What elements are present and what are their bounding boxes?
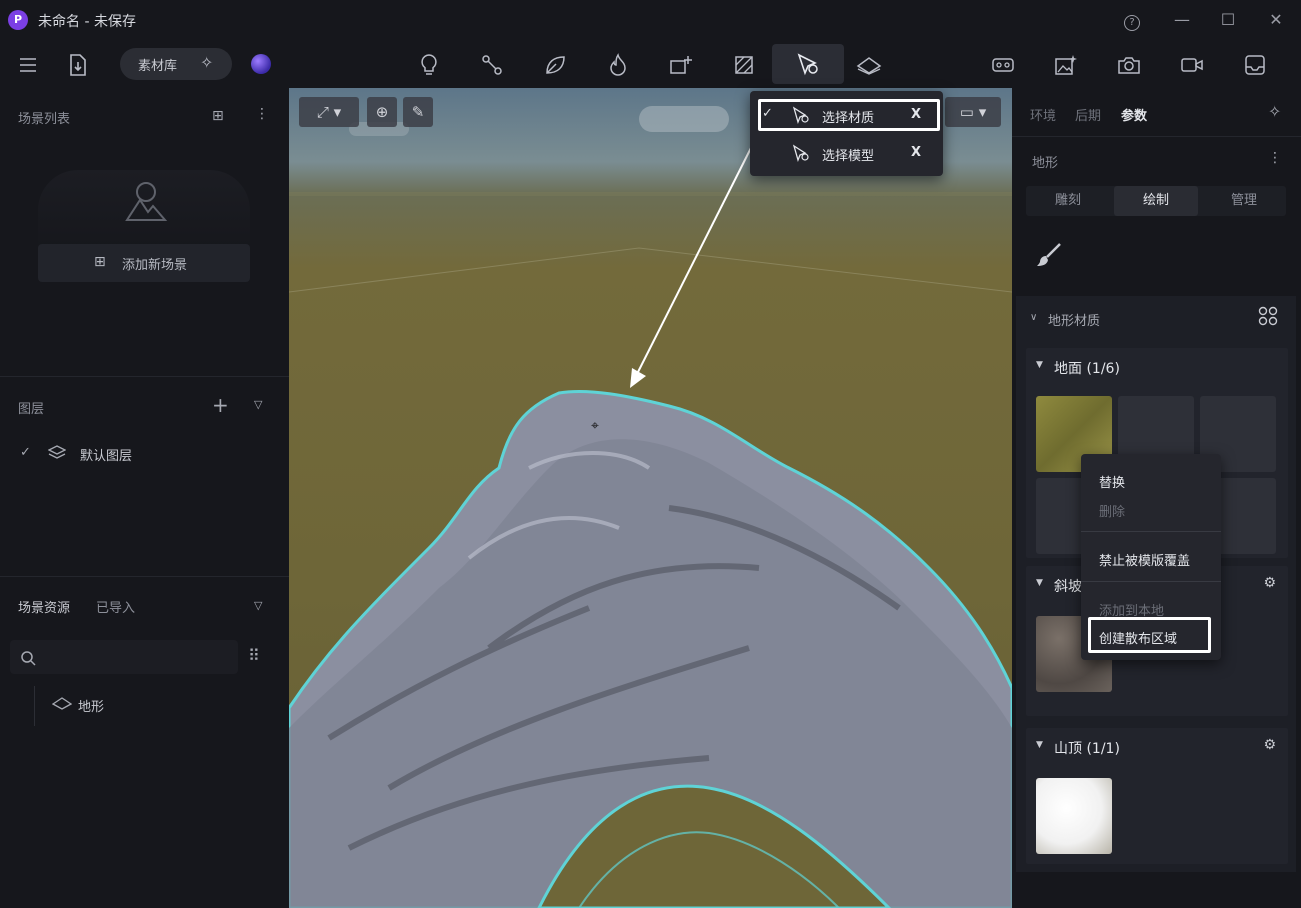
add-layer-icon[interactable]: + [212,393,229,417]
material-picker-cursor-icon: ⌖ [591,418,599,434]
terrain-asset-icon [51,695,73,715]
select-model-item[interactable]: 选择模型 [822,145,874,164]
globe-icon[interactable]: ⊕ [367,97,397,127]
path-icon[interactable] [474,48,510,82]
fire-icon[interactable] [600,48,636,82]
peak-group: ▼ 山顶 (1/1) ⚙ [1026,728,1288,864]
search-input[interactable] [10,640,238,674]
ai-image-icon[interactable] [1048,48,1084,82]
divider [0,376,289,377]
menu-divider [1081,531,1221,532]
title-bar: P 未命名 - 未保存 ? — ☐ ✕ [0,0,1301,40]
inbox-icon[interactable] [1237,48,1273,82]
import-file-icon[interactable] [60,48,96,82]
assets-imported-tab[interactable]: 已导入 [96,597,135,616]
sparkle-icon[interactable]: ✧ [200,53,213,72]
layer-stack-icon [47,444,67,464]
more-options-icon[interactable]: ⋮ [1268,150,1282,166]
vr-headset-icon[interactable] [985,48,1021,82]
maximize-icon[interactable]: ☐ [1214,8,1242,32]
close-icon[interactable]: ✕ [1262,8,1290,32]
segment-paint[interactable]: 绘制 [1114,186,1198,216]
sparkle-icon[interactable]: ✧ [1268,102,1281,121]
segment-sculpt[interactable]: 雕刻 [1026,186,1110,216]
library-button[interactable]: 素材库 ✧ [120,48,232,80]
delete-menu-item[interactable]: 删除 [1099,501,1125,520]
add-scene-small-icon[interactable]: ⊞ [212,108,224,124]
minimize-icon[interactable]: — [1168,8,1196,32]
terrain-section-title: 地形 [1032,156,1059,171]
eyedropper-icon[interactable]: ✎ [403,97,433,127]
display-mode-button[interactable]: ▭ ▾ [945,97,1001,127]
app-logo-icon: P [8,10,28,30]
video-icon[interactable] [1174,48,1210,82]
peak-group-title: 山顶 (1/1) [1054,741,1120,757]
more-options-icon[interactable]: ⋮ [255,106,269,122]
tab-environment[interactable]: 环境 [1030,105,1056,124]
left-panel: 场景列表 ⊞ ⋮ ⊞ 添加新场景 图层 + ▽ ✓ 默认图层 场景资源 已导入 … [0,88,289,908]
help-icon[interactable]: ? [1118,8,1146,32]
terrain-icon[interactable] [851,48,887,82]
assets-title[interactable]: 场景资源 [18,597,70,616]
leaf-icon[interactable] [537,48,573,82]
tab-parameters[interactable]: 参数 [1121,105,1147,124]
segment-manage[interactable]: 管理 [1202,186,1286,216]
scene-placeholder-icon [124,180,168,226]
brush-icon[interactable] [1036,242,1062,272]
add-scene-icon: ⊞ [94,254,106,270]
main-toolbar: 素材库 ✧ [0,40,1301,88]
default-layer-item[interactable]: 默认图层 [80,445,132,464]
light-bulb-icon[interactable] [411,48,447,82]
divider [1012,136,1301,137]
tab-post[interactable]: 后期 [1075,105,1101,124]
select-model-icon [792,144,810,166]
peak-material-thumb[interactable] [1036,778,1112,854]
highlight-box [758,99,940,131]
terrain-material-title: 地形材质 [1048,314,1101,329]
layer-check-icon[interactable]: ✓ [20,445,31,460]
replace-menu-item[interactable]: 替换 [1099,472,1125,491]
ai-orb-icon[interactable] [251,54,271,74]
adjust-settings-icon[interactable]: ⚙ [1263,575,1276,591]
tree-line [34,686,35,726]
layers-title: 图层 [18,402,45,417]
collapse-arrow-icon[interactable]: ▼ [1036,740,1043,750]
terrain-mode-segmented: 雕刻 绘制 管理 [1026,186,1286,216]
divider [0,576,289,577]
highlight-box [1088,617,1211,653]
library-label: 素材库 [138,59,178,74]
slope-group-title: 斜坡 [1054,579,1082,595]
select-material-tool-button[interactable] [772,44,844,84]
grid-view-icon[interactable]: ⠿ [248,646,260,665]
camera-icon[interactable] [1111,48,1147,82]
adjust-settings-icon[interactable]: ⚙ [1263,737,1276,753]
add-object-icon[interactable] [663,48,699,82]
collapse-arrow-icon[interactable]: ▼ [1036,578,1043,588]
add-scene-label: 添加新场景 [122,258,188,273]
select-model-shortcut: X [911,145,922,160]
chevron-down-icon[interactable]: ∨ [1030,312,1037,323]
window-title: 未命名 - 未保存 [38,14,136,30]
menu-icon[interactable] [10,48,46,82]
collapse-assets-icon[interactable]: ▽ [254,599,262,612]
menu-divider [1081,581,1221,582]
terrain-asset-item[interactable]: 地形 [78,696,104,715]
add-scene-button[interactable]: ⊞ 添加新场景 [38,244,250,282]
search-icon [21,651,36,666]
texture-icon[interactable] [726,48,762,82]
transform-gizmo-button[interactable]: ⤢ ▾ [299,97,359,127]
scene-list-title: 场景列表 [18,112,71,127]
ground-group-title: 地面 (1/6) [1054,361,1120,377]
prevent-template-override-item[interactable]: 禁止被模版覆盖 [1099,550,1190,569]
grid-layout-icon[interactable] [1258,306,1278,330]
collapse-layers-icon[interactable]: ▽ [254,398,262,411]
annotation-arrow [630,135,758,388]
collapse-arrow-icon[interactable]: ▼ [1036,360,1043,370]
